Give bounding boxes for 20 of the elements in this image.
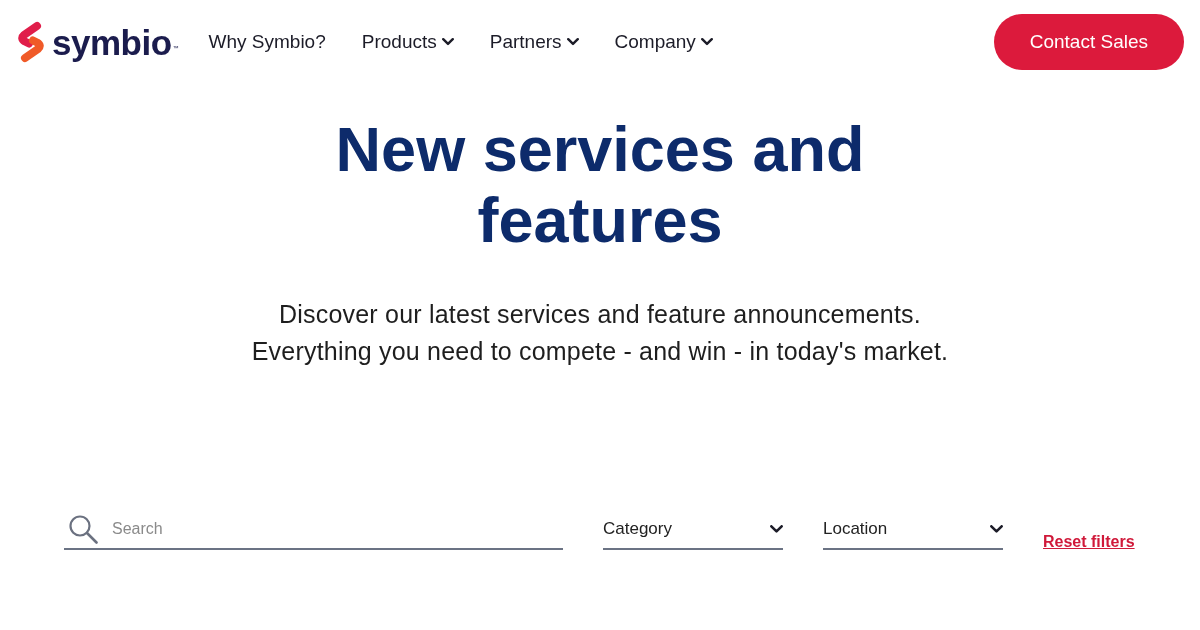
- nav-link[interactable]: Why Symbio?: [208, 31, 326, 53]
- chevron-down-icon: [441, 38, 454, 46]
- page-title: New services and features: [334, 114, 866, 256]
- chevron-down-icon: [990, 524, 1003, 533]
- chevron-down-icon: [700, 38, 713, 46]
- chevron-down-icon: [770, 524, 783, 533]
- nav-link[interactable]: Company: [614, 31, 713, 53]
- logo-mark-icon: [16, 21, 46, 63]
- nav-link[interactable]: Products: [361, 31, 454, 53]
- chevron-down-icon: [566, 38, 579, 46]
- contact-sales-button[interactable]: Contact Sales: [993, 14, 1184, 70]
- brand-name[interactable]: symbio: [52, 24, 172, 60]
- subtitle-text: Everything you need to compete - and win - in today's market.: [251, 336, 949, 367]
- nav-link[interactable]: Partners: [489, 31, 579, 53]
- reset-filters-link[interactable]: Reset filters: [1043, 533, 1135, 551]
- search-field[interactable]: Search: [64, 510, 563, 550]
- dropdown-select[interactable]: Category: [603, 512, 783, 550]
- subtitle-text: Discover our latest services and feature announcements.: [279, 299, 921, 330]
- search-icon: [68, 514, 98, 544]
- dropdown-select[interactable]: Location: [823, 512, 1003, 550]
